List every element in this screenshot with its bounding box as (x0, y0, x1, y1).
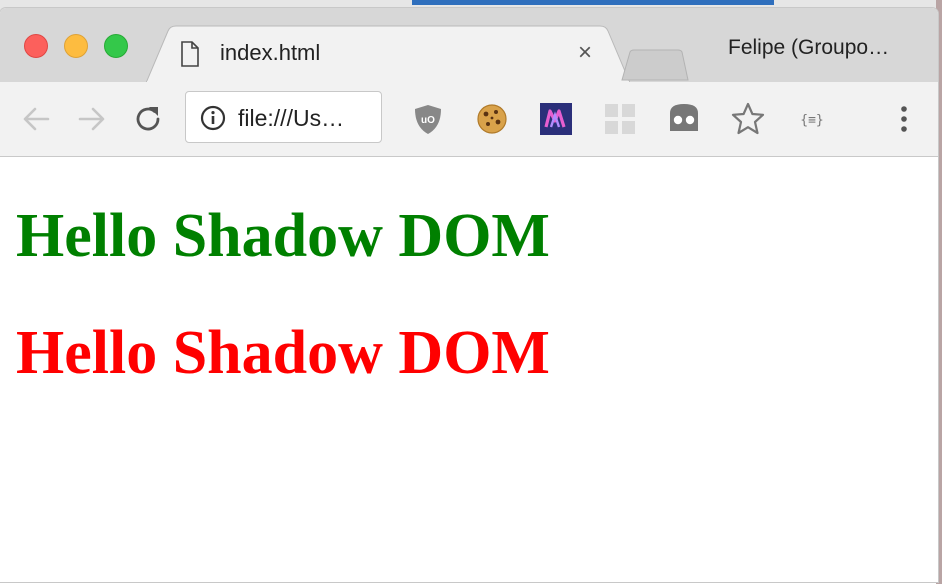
info-icon[interactable] (200, 105, 226, 131)
json-formatter-icon[interactable]: {≡} (794, 101, 830, 137)
m-extension-icon[interactable] (538, 101, 574, 137)
window-minimize-button[interactable] (64, 34, 88, 58)
ghost-extension-icon[interactable] (666, 101, 702, 137)
reload-icon[interactable] (130, 101, 166, 137)
tab-title: index.html (220, 40, 321, 65)
background-window-edge (412, 0, 774, 5)
tab-background (146, 25, 630, 83)
tab-close-icon[interactable]: × (574, 39, 596, 67)
window-maximize-button[interactable] (104, 34, 128, 58)
new-tab-button[interactable] (620, 48, 690, 82)
title-bar: index.html × Felipe (Groupo… (0, 8, 938, 83)
file-icon (181, 41, 199, 67)
grid-extension-icon[interactable] (602, 101, 638, 137)
heading-green: Hello Shadow DOM (16, 202, 550, 270)
tab-active[interactable]: index.html × (146, 25, 630, 83)
svg-text:{≡}: {≡} (800, 113, 823, 128)
address-text: file:///Us… (238, 105, 345, 131)
bookmark-star-icon[interactable] (730, 101, 766, 137)
svg-text:uO: uO (421, 115, 435, 126)
more-menu-icon[interactable] (886, 101, 922, 137)
back-arrow-icon[interactable] (18, 101, 54, 137)
browser-window: index.html × Felipe (Groupo… file:///Us… (0, 8, 938, 582)
address-bar[interactable]: file:///Us… (185, 91, 382, 143)
cookie-icon[interactable] (474, 101, 510, 137)
window-close-button[interactable] (24, 34, 48, 58)
heading-red: Hello Shadow DOM (16, 319, 550, 387)
page-content: Hello Shadow DOM Hello Shadow DOM (0, 157, 938, 582)
toolbar: file:///Us… uO {≡} (0, 82, 938, 157)
ublock-icon[interactable]: uO (410, 101, 446, 137)
profile-name[interactable]: Felipe (Groupo… (728, 34, 889, 62)
forward-arrow-icon[interactable] (74, 101, 110, 137)
